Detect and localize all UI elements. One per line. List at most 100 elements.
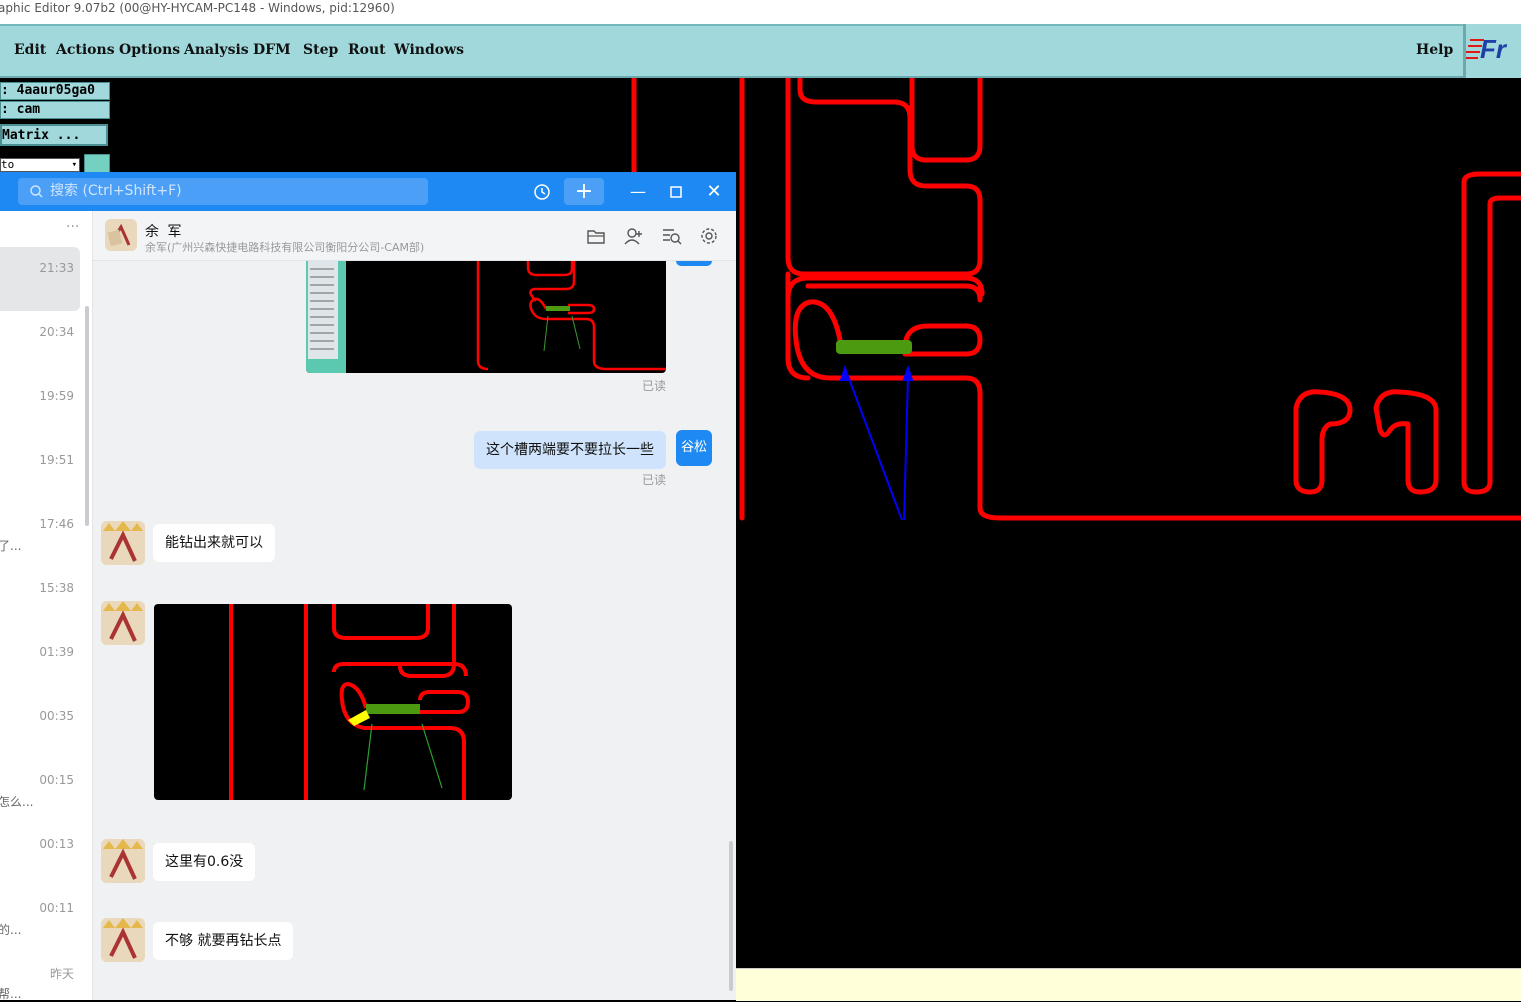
menu-windows[interactable]: Windows bbox=[394, 42, 464, 58]
menu-help[interactable]: Help bbox=[1416, 42, 1453, 58]
read-receipt-1: 已读 bbox=[642, 379, 667, 393]
user-field[interactable]: : cam bbox=[0, 101, 110, 119]
session-time: 昨天 bbox=[49, 967, 74, 981]
avatar-image-icon bbox=[101, 839, 145, 883]
add-member-icon[interactable] bbox=[624, 227, 644, 245]
cam-slot-highlight bbox=[836, 340, 912, 354]
close-button[interactable]: ✕ bbox=[702, 178, 726, 205]
cam-slot-top-right bbox=[909, 78, 983, 163]
cam-blue-arrowhead-1 bbox=[839, 364, 851, 381]
more-icon[interactable]: ··· bbox=[66, 219, 79, 235]
menu-edit[interactable]: Edit bbox=[14, 42, 46, 58]
avatar-image-icon bbox=[101, 521, 145, 565]
received-screenshot-image[interactable] bbox=[154, 604, 512, 800]
menu-dfm[interactable]: DFM bbox=[253, 42, 291, 58]
session-time: 17:46 bbox=[39, 517, 74, 531]
incoming-message-3: 不够 就要再钻长点 bbox=[153, 922, 294, 960]
step-combo[interactable]: to ▾ bbox=[0, 158, 80, 172]
search-icon bbox=[30, 185, 43, 198]
contact-avatar[interactable] bbox=[105, 219, 137, 251]
received-screenshot-drawing-icon bbox=[229, 604, 471, 800]
sent-screenshot-image[interactable] bbox=[306, 261, 666, 373]
history-button[interactable] bbox=[528, 178, 556, 205]
cam-pad-right bbox=[902, 323, 983, 357]
menu-actions[interactable]: Actions bbox=[56, 42, 115, 58]
session-time: 15:38 bbox=[39, 581, 74, 595]
contact-avatar-msg-4[interactable] bbox=[101, 918, 145, 962]
folder-icon[interactable] bbox=[587, 228, 605, 244]
maximize-button[interactable] bbox=[664, 178, 688, 205]
self-avatar[interactable]: 谷松 bbox=[676, 430, 712, 466]
window-title: aphic Editor 9.07b2 (00@HY-HYCAM-PC148 -… bbox=[0, 1, 395, 15]
contact-subtitle: 余军(广州兴森快捷电路科技有限公司衡阳分公司-CAM部) bbox=[145, 241, 425, 254]
conversation-pane: 余 军 余军(广州兴森快捷电路科技有限公司衡阳分公司-CAM部) 已读 这个槽两… bbox=[93, 211, 736, 1000]
session-time: 21:33 bbox=[39, 261, 74, 275]
menu-step[interactable]: Step bbox=[303, 42, 338, 58]
contact-avatar-msg-1[interactable] bbox=[101, 521, 145, 565]
search-history-icon[interactable] bbox=[662, 227, 682, 245]
close-icon: ✕ bbox=[706, 181, 722, 202]
session-time: 00:13 bbox=[39, 837, 74, 851]
step-combo-value: to bbox=[1, 158, 15, 171]
avatar-image-icon bbox=[105, 219, 137, 251]
combo-side-button[interactable] bbox=[84, 154, 110, 174]
contact-avatar-msg-3[interactable] bbox=[101, 839, 145, 883]
window-title-bar: aphic Editor 9.07b2 (00@HY-HYCAM-PC148 -… bbox=[0, 0, 1521, 24]
session-snippet: 怎么... bbox=[0, 795, 34, 809]
cam-blue-arrowhead-2 bbox=[902, 364, 914, 381]
avatar-image-icon bbox=[101, 918, 145, 962]
cam-blue-arrow-1 bbox=[847, 375, 903, 521]
chat-window: 搜索 (Ctrl+Shift+F) + — ✕ ··· 21:33 20:34 19… bbox=[0, 172, 736, 1001]
status-strip bbox=[736, 968, 1521, 1001]
menu-rout[interactable]: Rout bbox=[348, 42, 386, 58]
session-snippet: 了... bbox=[0, 539, 22, 553]
cam-contour-3 bbox=[1461, 171, 1521, 495]
session-time: 19:51 bbox=[39, 453, 74, 467]
add-button[interactable]: + bbox=[564, 178, 604, 205]
session-item-active[interactable] bbox=[0, 247, 80, 311]
combo-arrow-icon: ▾ bbox=[71, 160, 77, 170]
maximize-icon bbox=[670, 186, 682, 198]
cam-blue-arrow-2 bbox=[903, 375, 909, 521]
history-icon bbox=[534, 184, 550, 200]
cam-contour-1 bbox=[1293, 389, 1353, 495]
search-input[interactable]: 搜索 (Ctrl+Shift+F) bbox=[18, 178, 428, 205]
conversation-header: 余 军 余军(广州兴森快捷电路科技有限公司衡阳分公司-CAM部) bbox=[93, 211, 736, 261]
session-time: 20:34 bbox=[39, 325, 74, 339]
job-name-field[interactable]: : 4aaur05ga0 bbox=[0, 82, 110, 100]
session-scrollbar[interactable] bbox=[85, 306, 89, 526]
menu-analysis[interactable]: Analysis bbox=[184, 42, 249, 58]
minimize-button[interactable]: — bbox=[626, 178, 650, 205]
plus-icon: + bbox=[574, 179, 594, 204]
session-list: ··· 21:33 20:34 19:59 19:51 17:46 了... 15:38 01… bbox=[0, 211, 93, 1001]
conversation-scrollbar[interactable] bbox=[729, 841, 733, 991]
menu-bar: Edit Actions Options Analysis DFM Step R… bbox=[0, 24, 1521, 78]
session-snippet: 帮... bbox=[0, 987, 22, 1001]
session-time: 00:11 bbox=[39, 901, 74, 915]
settings-gear-icon[interactable] bbox=[700, 227, 718, 245]
session-time: 00:35 bbox=[39, 709, 74, 723]
outgoing-message: 这个槽两端要不要拉长一些 bbox=[474, 431, 666, 469]
contact-avatar-msg-2[interactable] bbox=[101, 601, 145, 645]
read-receipt-2: 已读 bbox=[642, 473, 667, 487]
session-time: 19:59 bbox=[39, 389, 74, 403]
session-time: 01:39 bbox=[39, 645, 74, 659]
minimize-icon: — bbox=[630, 182, 646, 201]
search-placeholder: 搜索 (Ctrl+Shift+F) bbox=[50, 183, 182, 199]
self-avatar-partial bbox=[676, 261, 712, 266]
avatar-image-icon bbox=[101, 601, 145, 645]
session-snippet: 的... bbox=[0, 923, 22, 937]
chat-title-bar: 搜索 (Ctrl+Shift+F) + — ✕ bbox=[0, 172, 736, 211]
menu-options[interactable]: Options bbox=[119, 42, 180, 58]
incoming-message-1: 能钻出来就可以 bbox=[153, 524, 275, 562]
sent-screenshot-drawing-icon bbox=[306, 261, 666, 373]
logo-text: Fr bbox=[1480, 34, 1506, 64]
cam-trace-mid bbox=[805, 283, 983, 303]
incoming-message-2: 这里有0.6没 bbox=[153, 843, 256, 881]
cam-slot-top bbox=[785, 78, 983, 277]
matrix-button[interactable]: Matrix ... bbox=[0, 124, 108, 146]
session-time: 00:15 bbox=[39, 773, 74, 787]
frontline-logo: Fr bbox=[1463, 24, 1521, 78]
cam-job-panel: : 4aaur05ga0 : cam Matrix ... to ▾ bbox=[0, 78, 112, 174]
contact-name: 余 军 bbox=[145, 224, 184, 240]
